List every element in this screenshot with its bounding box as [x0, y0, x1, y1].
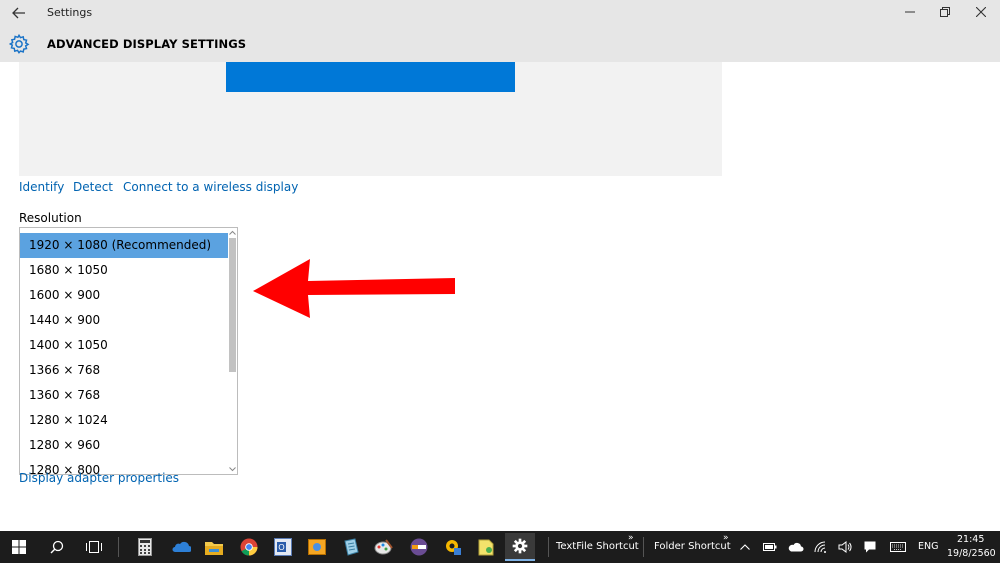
touch-keyboard-tray[interactable]: [886, 535, 910, 559]
resolution-option[interactable]: 1440 × 900: [20, 308, 228, 333]
taskbar: O TextFile Shortcut » Folder Shortcut »: [0, 531, 1000, 563]
paint-icon: [374, 539, 393, 555]
dropdown-scrollbar[interactable]: [228, 228, 237, 474]
taskbar-setup[interactable]: [440, 535, 466, 559]
resolution-option[interactable]: 1400 × 1050: [20, 333, 228, 358]
toolbar-expand-icon[interactable]: »: [723, 533, 729, 543]
input-language-indicator[interactable]: ENG: [918, 541, 938, 552]
file-explorer-icon: [205, 541, 223, 555]
search-button[interactable]: [44, 535, 70, 559]
scroll-down-button[interactable]: [228, 465, 237, 474]
media-player-icon: [410, 538, 428, 556]
taskbar-file-explorer[interactable]: [201, 535, 227, 559]
close-button[interactable]: [964, 0, 998, 24]
speaker-icon: [838, 541, 852, 553]
restore-icon: [940, 7, 950, 17]
taskbar-outlook[interactable]: O: [270, 535, 296, 559]
taskbar-media-player[interactable]: [406, 535, 432, 559]
action-center-tray[interactable]: [858, 535, 882, 559]
scroll-up-button[interactable]: [228, 228, 237, 237]
search-icon: [50, 540, 64, 554]
clock-time[interactable]: 21:45: [957, 534, 984, 545]
display-adapter-properties-link[interactable]: Display adapter properties: [19, 471, 179, 485]
taskbar-paint[interactable]: [371, 535, 397, 559]
outlook-icon: O: [274, 538, 292, 556]
chevron-up-icon: [229, 230, 236, 235]
battery-icon: [763, 543, 777, 551]
notepad-icon: [344, 538, 359, 556]
resolution-label: Resolution: [19, 211, 82, 225]
taskbar-divider: [118, 537, 119, 557]
sticky-notes-icon: [478, 539, 494, 556]
resolution-option[interactable]: 1366 × 768: [20, 358, 228, 383]
minimize-button[interactable]: [893, 0, 927, 24]
resolution-option[interactable]: 1680 × 1050: [20, 258, 228, 283]
taskbar-divider: [643, 537, 644, 557]
back-button[interactable]: [7, 2, 31, 24]
taskbar-chrome[interactable]: [236, 535, 262, 559]
red-annotation-arrow: [253, 259, 455, 318]
display-preview: [19, 62, 722, 176]
folder-shortcut-toolbar[interactable]: Folder Shortcut: [654, 541, 731, 552]
chevron-up-icon: [740, 544, 750, 550]
calculator-icon: [138, 538, 152, 556]
onedrive-tray[interactable]: [784, 535, 808, 559]
taskbar-notepad[interactable]: [338, 535, 364, 559]
setup-icon: [446, 540, 461, 555]
photo-viewer-icon: [308, 539, 326, 555]
keyboard-icon: [890, 542, 906, 552]
resolution-option[interactable]: 1600 × 900: [20, 283, 228, 308]
taskbar-sticky-notes[interactable]: [473, 535, 499, 559]
taskbar-divider: [548, 537, 549, 557]
back-arrow-icon: [12, 7, 25, 19]
title-bar: Settings ADVANCED DISPLAY SETTINGS: [0, 0, 1000, 62]
taskbar-photo-viewer[interactable]: [304, 535, 330, 559]
wifi-icon: [814, 541, 826, 553]
start-button[interactable]: [6, 535, 32, 559]
monitor-1-tile[interactable]: [226, 62, 515, 92]
connect-wireless-display-link[interactable]: Connect to a wireless display: [123, 180, 298, 194]
battery-tray[interactable]: [758, 535, 782, 559]
resolution-option[interactable]: 1280 × 1024: [20, 408, 228, 433]
scroll-thumb[interactable]: [229, 238, 236, 372]
notification-icon: [864, 541, 876, 553]
chrome-icon: [240, 538, 258, 556]
svg-text:O: O: [278, 543, 284, 552]
settings-gear-icon: [512, 538, 528, 554]
resolution-dropdown-list[interactable]: 1920 × 1080 (Recommended) 1680 × 1050 16…: [19, 227, 238, 475]
page-title: ADVANCED DISPLAY SETTINGS: [47, 37, 247, 51]
volume-tray[interactable]: [833, 535, 857, 559]
close-icon: [976, 7, 986, 17]
resolution-option[interactable]: 1920 × 1080 (Recommended): [20, 233, 228, 258]
restore-button[interactable]: [928, 0, 962, 24]
app-title: Settings: [47, 6, 93, 19]
show-hidden-icons-button[interactable]: [733, 535, 757, 559]
taskbar-calculator[interactable]: [132, 535, 158, 559]
gear-icon: [8, 33, 30, 54]
task-view-button[interactable]: [81, 535, 107, 559]
resolution-option[interactable]: 1280 × 960: [20, 433, 228, 458]
identify-link[interactable]: Identify: [19, 180, 64, 194]
resolution-option[interactable]: 1360 × 768: [20, 383, 228, 408]
chevron-down-icon: [229, 467, 236, 472]
settings-window: Settings ADVANCED DISPLAY SETTINGS Ident…: [0, 0, 1000, 531]
windows-start-icon: [12, 540, 26, 554]
toolbar-expand-icon[interactable]: »: [628, 533, 634, 543]
task-view-icon: [86, 541, 102, 553]
textfile-shortcut-toolbar[interactable]: TextFile Shortcut: [556, 541, 639, 552]
detect-link[interactable]: Detect: [73, 180, 113, 194]
network-tray[interactable]: [809, 535, 833, 559]
taskbar-settings[interactable]: [505, 533, 535, 561]
cloud-icon: [788, 542, 804, 552]
taskbar-onedrive[interactable]: [168, 535, 194, 559]
clock-date[interactable]: 19/8/2560: [947, 548, 996, 559]
minimize-icon: [905, 11, 915, 13]
onedrive-icon: [172, 541, 191, 552]
